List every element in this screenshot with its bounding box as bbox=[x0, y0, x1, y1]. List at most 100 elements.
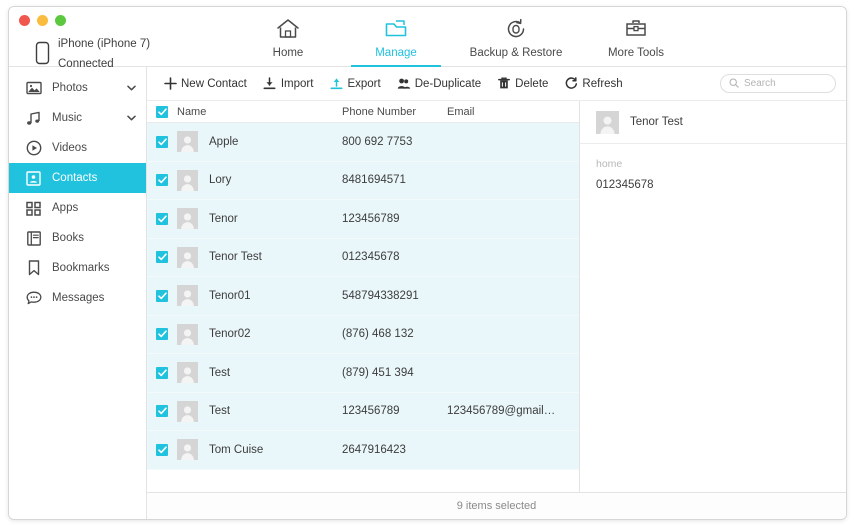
refresh-icon bbox=[564, 77, 578, 91]
table-row[interactable]: Tom Cuise 2647916423 bbox=[147, 431, 579, 470]
row-checkbox[interactable] bbox=[156, 251, 168, 264]
tab-manage[interactable]: Manage bbox=[342, 7, 450, 67]
tab-backup-restore[interactable]: Backup & Restore bbox=[450, 7, 582, 67]
row-checkbox-cell bbox=[147, 405, 177, 418]
avatar bbox=[177, 285, 198, 307]
export-icon bbox=[329, 77, 343, 91]
sidebar-item-books-label: Books bbox=[52, 232, 84, 244]
sidebar-item-videos[interactable]: Videos bbox=[9, 133, 146, 163]
minimize-button[interactable] bbox=[37, 15, 48, 26]
cell-phone: 012345678 bbox=[342, 251, 400, 264]
new-contact-button[interactable]: New Contact bbox=[155, 77, 255, 91]
sidebar-item-photos[interactable]: Photos bbox=[9, 73, 146, 103]
table-row[interactable]: Tenor02 (876) 468 132 bbox=[147, 315, 579, 354]
row-checkbox[interactable] bbox=[156, 135, 168, 148]
contact-name: Tom Cuise bbox=[209, 443, 264, 456]
column-header-phone[interactable]: Phone Number bbox=[342, 106, 447, 118]
refresh-button[interactable]: Refresh bbox=[556, 77, 630, 91]
contact-name: Tenor01 bbox=[209, 289, 251, 302]
tab-more-tools[interactable]: More Tools bbox=[582, 7, 690, 67]
search-input[interactable] bbox=[744, 78, 827, 89]
column-header-email[interactable]: Email bbox=[447, 106, 579, 118]
select-all-checkbox[interactable] bbox=[156, 105, 168, 118]
import-label: Import bbox=[280, 77, 314, 90]
sidebar: Photos Music Videos Contacts Apps Books … bbox=[9, 67, 147, 519]
contact-name: Tenor02 bbox=[209, 328, 251, 341]
row-checkbox[interactable] bbox=[156, 366, 168, 379]
row-checkbox[interactable] bbox=[156, 174, 168, 187]
table-row[interactable]: Tenor 123456789 bbox=[147, 200, 579, 239]
delete-button[interactable]: Delete bbox=[489, 77, 556, 91]
table-row[interactable]: Lory 8481694571 bbox=[147, 161, 579, 200]
cell-name: Tenor02 bbox=[177, 323, 342, 345]
chevron-down-icon[interactable] bbox=[126, 115, 136, 121]
cell-phone: 8481694571 bbox=[342, 174, 406, 187]
device-info: iPhone (iPhone 7) Connected bbox=[35, 33, 150, 73]
avatar bbox=[177, 362, 198, 384]
de-duplicate-button[interactable]: De-Duplicate bbox=[389, 77, 489, 91]
sidebar-item-apps-label: Apps bbox=[52, 202, 79, 214]
folder-icon bbox=[383, 16, 409, 42]
contact-name: Test bbox=[209, 366, 231, 379]
table-row[interactable]: Test 123456789 123456789@gmail… bbox=[147, 392, 579, 431]
export-button[interactable]: Export bbox=[321, 77, 388, 91]
sidebar-item-contacts[interactable]: Contacts bbox=[9, 163, 146, 193]
phone-icon bbox=[35, 41, 50, 65]
search-icon bbox=[729, 75, 739, 93]
table-row[interactable]: Test (879) 451 394 bbox=[147, 354, 579, 393]
avatar bbox=[177, 131, 198, 153]
row-checkbox[interactable] bbox=[156, 328, 168, 341]
avatar bbox=[177, 208, 198, 230]
table-row[interactable]: Tenor01 548794338291 bbox=[147, 277, 579, 316]
table-body: Apple 800 692 7753 Lory 8481694571 Tenor 1234… bbox=[147, 123, 579, 492]
detail-field-label: home bbox=[596, 158, 623, 170]
traffic-lights bbox=[19, 15, 66, 26]
row-checkbox[interactable] bbox=[156, 289, 168, 302]
avatar bbox=[596, 110, 619, 134]
row-checkbox-cell bbox=[147, 174, 177, 187]
avatar bbox=[177, 323, 198, 345]
column-header-name[interactable]: Name bbox=[177, 106, 342, 118]
tab-backup-restore-label: Backup & Restore bbox=[469, 47, 563, 59]
messages-icon bbox=[25, 290, 42, 307]
cell-name: Tenor bbox=[177, 208, 342, 230]
trash-icon bbox=[497, 77, 511, 91]
search-box[interactable] bbox=[720, 74, 836, 93]
cell-name: Tenor Test bbox=[177, 246, 342, 268]
music-icon bbox=[25, 110, 42, 127]
table-row[interactable]: Apple 800 692 7753 bbox=[147, 123, 579, 162]
close-button[interactable] bbox=[19, 15, 30, 26]
device-status: Connected bbox=[58, 58, 114, 70]
avatar bbox=[177, 439, 198, 461]
app-window: iPhone (iPhone 7) Connected Home Manage … bbox=[8, 6, 847, 520]
content-area: New Contact Import Export De-Duplicate D… bbox=[147, 67, 846, 519]
tab-home[interactable]: Home bbox=[234, 7, 342, 67]
sidebar-item-apps[interactable]: Apps bbox=[9, 193, 146, 223]
table-row[interactable]: Tenor Test 012345678 bbox=[147, 238, 579, 277]
cell-name: Test bbox=[177, 362, 342, 384]
import-button[interactable]: Import bbox=[255, 77, 322, 91]
sidebar-item-messages[interactable]: Messages bbox=[9, 283, 146, 313]
action-toolbar: New Contact Import Export De-Duplicate D… bbox=[147, 67, 846, 101]
contact-name: Tenor bbox=[209, 212, 238, 225]
row-checkbox[interactable] bbox=[156, 443, 168, 456]
sidebar-item-messages-label: Messages bbox=[52, 292, 105, 304]
row-checkbox-cell bbox=[147, 366, 177, 379]
sidebar-item-photos-label: Photos bbox=[52, 82, 88, 94]
cell-phone: 800 692 7753 bbox=[342, 135, 413, 148]
row-checkbox-cell bbox=[147, 443, 177, 456]
contact-name: Tenor Test bbox=[209, 251, 262, 264]
sidebar-item-music[interactable]: Music bbox=[9, 103, 146, 133]
row-checkbox[interactable] bbox=[156, 212, 168, 225]
tab-more-tools-label: More Tools bbox=[607, 47, 665, 59]
chevron-down-icon[interactable] bbox=[126, 85, 136, 91]
row-checkbox-cell bbox=[147, 135, 177, 148]
sidebar-item-videos-label: Videos bbox=[52, 142, 87, 154]
sidebar-item-books[interactable]: Books bbox=[9, 223, 146, 253]
sidebar-item-bookmarks[interactable]: Bookmarks bbox=[9, 253, 146, 283]
cell-name: Apple bbox=[177, 131, 342, 153]
row-checkbox[interactable] bbox=[156, 405, 168, 418]
bookmarks-icon bbox=[25, 260, 42, 277]
contacts-icon bbox=[25, 170, 42, 187]
zoom-button[interactable] bbox=[55, 15, 66, 26]
